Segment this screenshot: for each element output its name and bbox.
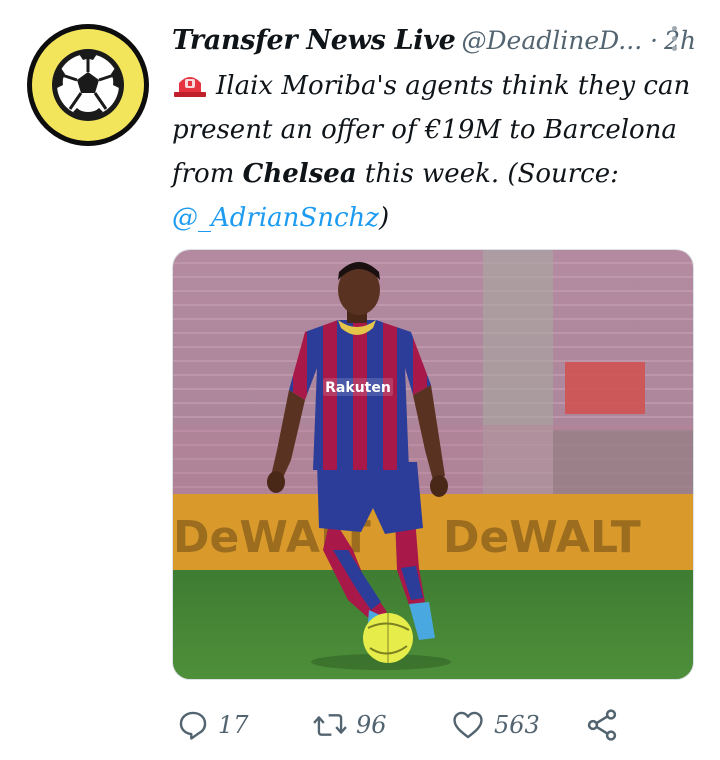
soccer-ball-icon (52, 49, 124, 121)
tweet-actions: 17 96 563 (172, 700, 692, 750)
more-icon[interactable] (664, 26, 684, 56)
display-name[interactable]: Transfer News Live (172, 25, 456, 56)
reply-button[interactable]: 17 (176, 700, 249, 750)
like-count: 563 (494, 711, 540, 739)
separator-dot: · (650, 25, 659, 55)
tweet-text-part3: ) (378, 203, 390, 233)
heart-icon (453, 711, 483, 739)
tweet-text-part2: this week. (Source: (356, 159, 619, 189)
tweet-header: Transfer News Live @DeadlineD... · 2h (172, 18, 696, 62)
avatar[interactable] (27, 24, 149, 146)
share-icon (587, 709, 617, 741)
reply-count: 17 (218, 711, 249, 739)
retweet-count: 96 (356, 711, 387, 739)
retweet-icon (313, 714, 347, 736)
share-button[interactable] (584, 700, 620, 750)
like-button[interactable]: 563 (450, 700, 540, 750)
user-handle[interactable]: @DeadlineD... (462, 26, 643, 55)
soccer-ball (363, 613, 413, 663)
retweet-button[interactable]: 96 (312, 700, 387, 750)
board-text-right: DeWALT (443, 512, 641, 563)
police-light-icon (174, 77, 206, 97)
shirt-sponsor: Rakuten (325, 380, 391, 396)
tweet-text: Ilaix Moriba's agents think they can pre… (172, 64, 692, 240)
reply-icon (179, 711, 207, 740)
tweet-text-bold: Chelsea (242, 159, 357, 189)
tweet-photo[interactable]: DeWALT DeWALT Rakuten (172, 249, 694, 680)
mention-link[interactable]: @_AdrianSnchz (172, 203, 379, 233)
